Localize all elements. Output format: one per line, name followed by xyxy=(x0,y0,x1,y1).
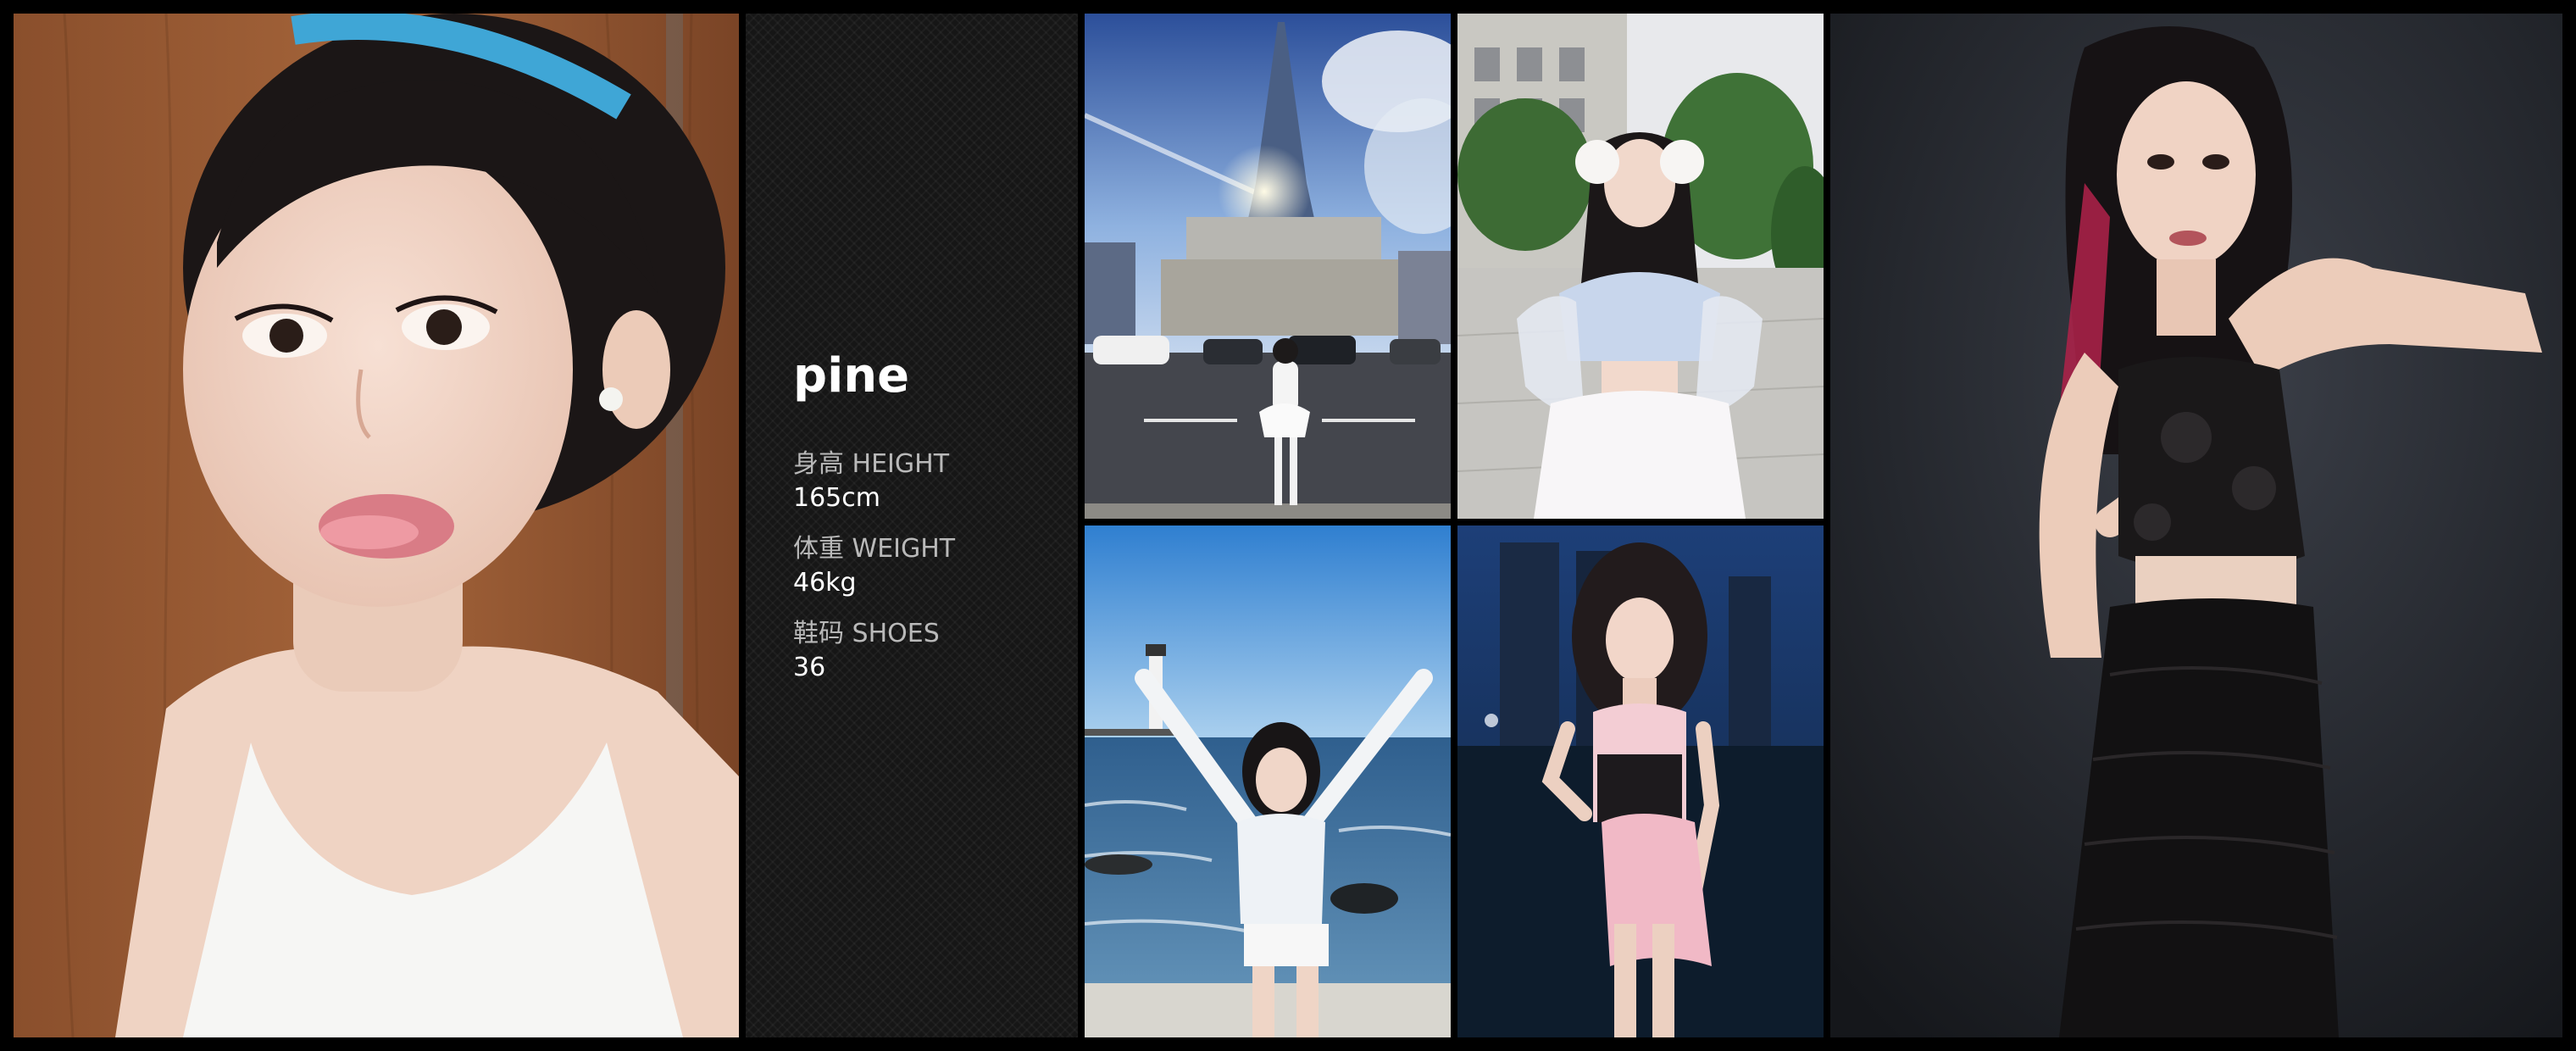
photo-street xyxy=(1457,14,1824,519)
portrait-photo-left xyxy=(14,14,739,1037)
stat-shoes-value: 36 xyxy=(793,653,826,682)
photo-night xyxy=(1457,526,1824,1037)
stat-height-label: 身高 HEIGHT xyxy=(793,449,950,479)
photo-beach xyxy=(1085,526,1451,1037)
photo-beach-image xyxy=(1085,526,1451,1037)
stat-height-value: 165cm xyxy=(793,483,880,513)
portrait-left-image xyxy=(14,14,739,1037)
stat-weight-value: 46kg xyxy=(793,568,857,598)
stat-weight: 体重 WEIGHT 46kg xyxy=(793,532,1064,600)
photo-tower xyxy=(1085,14,1451,519)
model-name: pine xyxy=(793,348,910,403)
stat-weight-label: 体重 WEIGHT xyxy=(793,534,956,564)
portrait-photo-right xyxy=(1830,14,2562,1037)
photo-tower-image xyxy=(1085,14,1451,519)
photo-street-image xyxy=(1457,14,1824,519)
stat-height: 身高 HEIGHT 165cm xyxy=(793,448,1064,515)
stat-shoes: 鞋码 SHOES 36 xyxy=(793,617,1064,685)
portrait-right-image xyxy=(1830,14,2562,1037)
info-panel: pine 身高 HEIGHT 165cm 体重 WEIGHT 46kg 鞋码 S… xyxy=(746,14,1078,1037)
photo-night-image xyxy=(1457,526,1824,1037)
stat-shoes-label: 鞋码 SHOES xyxy=(793,619,940,648)
comp-card: pine 身高 HEIGHT 165cm 体重 WEIGHT 46kg 鞋码 S… xyxy=(0,0,2576,1051)
